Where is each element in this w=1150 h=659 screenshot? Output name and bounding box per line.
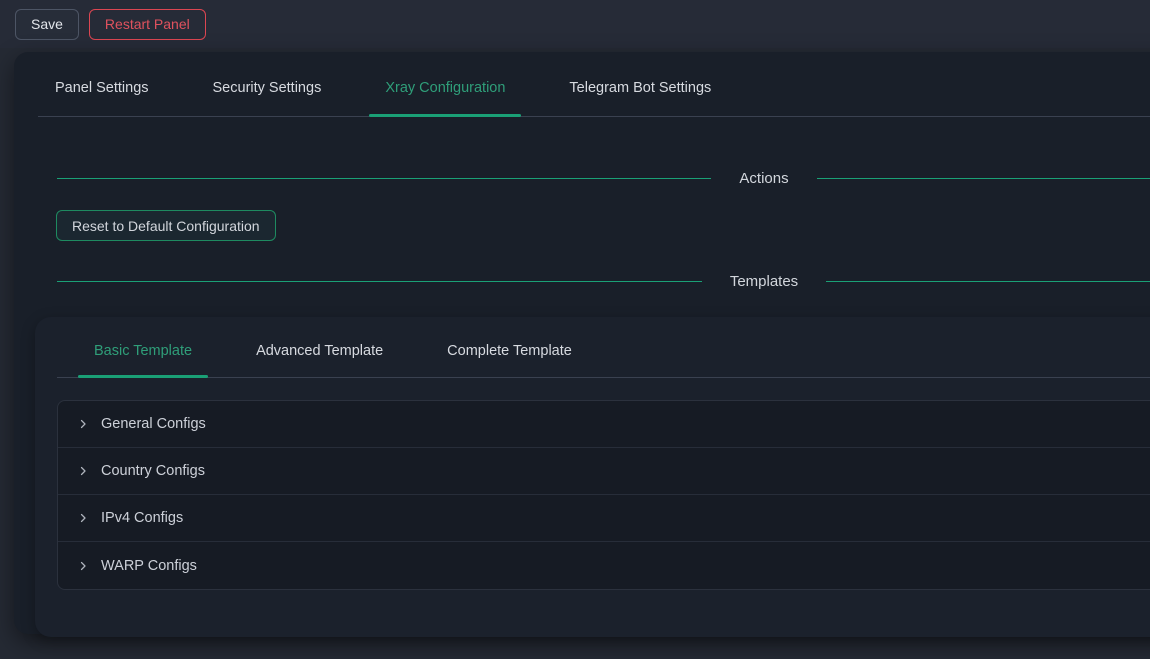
- divider-line: [57, 281, 702, 282]
- settings-card: Panel Settings Security Settings Xray Co…: [14, 52, 1150, 634]
- tab-advanced-template[interactable]: Advanced Template: [240, 317, 399, 377]
- divider-line: [57, 178, 711, 179]
- tab-panel-settings[interactable]: Panel Settings: [39, 52, 165, 116]
- chevron-right-icon: [77, 465, 89, 477]
- divider-line: [817, 178, 1150, 179]
- actions-divider-label: Actions: [711, 170, 816, 187]
- template-tab-bar: Basic Template Advanced Template Complet…: [57, 317, 1150, 378]
- top-action-bar: Save Restart Panel: [0, 0, 1150, 48]
- tab-telegram-bot-settings[interactable]: Telegram Bot Settings: [553, 52, 727, 116]
- chevron-right-icon: [77, 418, 89, 430]
- collapse-row-warp-configs[interactable]: WARP Configs: [58, 542, 1150, 589]
- collapse-row-label: WARP Configs: [101, 558, 197, 574]
- templates-divider: Templates: [57, 273, 1150, 290]
- save-button[interactable]: Save: [15, 9, 79, 40]
- tab-complete-template[interactable]: Complete Template: [431, 317, 588, 377]
- collapse-row-label: IPv4 Configs: [101, 510, 183, 526]
- collapse-row-label: General Configs: [101, 416, 206, 432]
- chevron-right-icon: [77, 560, 89, 572]
- settings-tab-bar: Panel Settings Security Settings Xray Co…: [38, 52, 1150, 117]
- tab-xray-configuration[interactable]: Xray Configuration: [369, 52, 521, 116]
- chevron-right-icon: [77, 512, 89, 524]
- collapse-row-ipv4-configs[interactable]: IPv4 Configs: [58, 495, 1150, 542]
- restart-panel-button[interactable]: Restart Panel: [89, 9, 206, 40]
- config-collapse-list: General Configs Country Configs IPv4 Con…: [57, 400, 1150, 590]
- tab-security-settings[interactable]: Security Settings: [197, 52, 338, 116]
- actions-divider: Actions: [57, 170, 1150, 187]
- collapse-row-label: Country Configs: [101, 463, 205, 479]
- divider-line: [826, 281, 1150, 282]
- templates-card: Basic Template Advanced Template Complet…: [35, 317, 1150, 637]
- templates-divider-label: Templates: [702, 273, 826, 290]
- collapse-row-country-configs[interactable]: Country Configs: [58, 448, 1150, 495]
- reset-default-config-button[interactable]: Reset to Default Configuration: [56, 210, 276, 241]
- collapse-row-general-configs[interactable]: General Configs: [58, 401, 1150, 448]
- tab-basic-template[interactable]: Basic Template: [78, 317, 208, 377]
